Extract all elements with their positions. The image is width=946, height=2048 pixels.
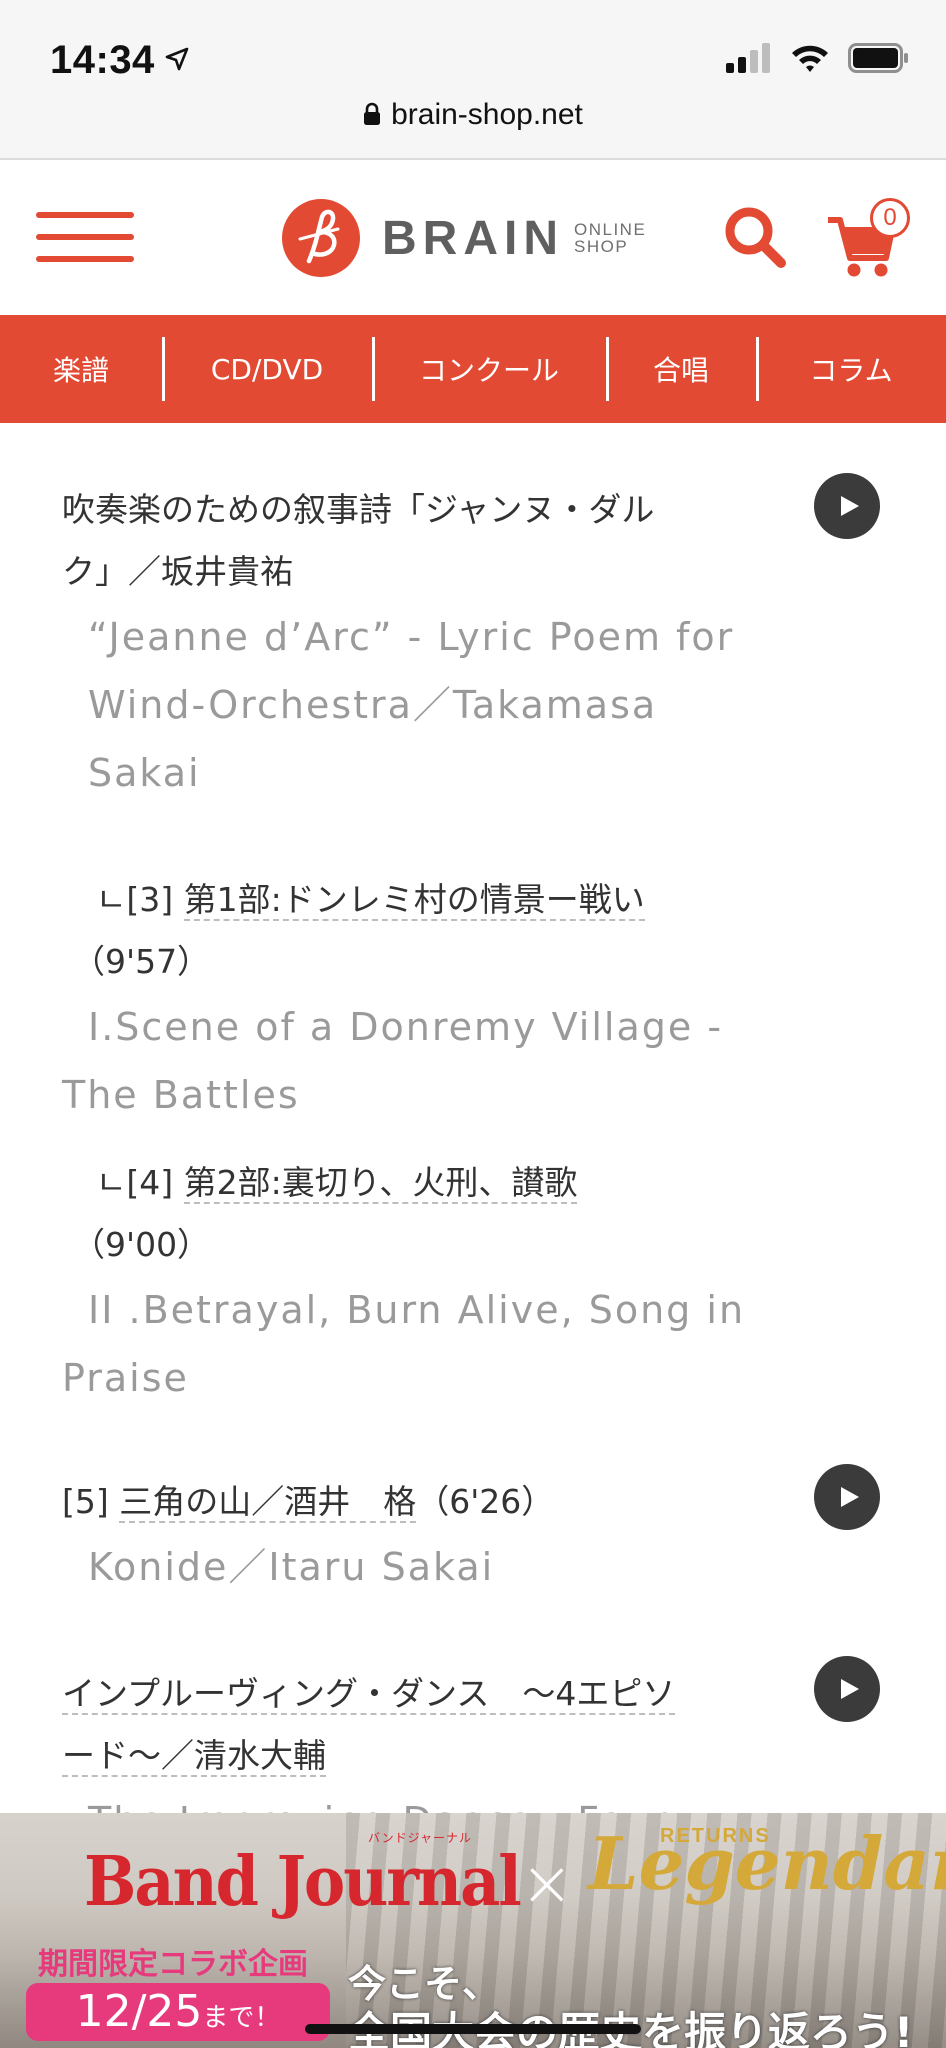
play-icon[interactable] (814, 473, 880, 539)
track-item-6: インプルーヴィング・ダンス ～4エピソ ード～／清水大輔 The Improvi… (62, 1663, 772, 1813)
track-link[interactable]: 第2部:裏切り、火刑、讃歌 (183, 1163, 578, 1204)
brain-logo-icon (282, 199, 360, 277)
track-duration: （9'00） (72, 1225, 211, 1264)
track-item-3: ㄴ[3] 第1部:ドンレミ村の情景ー戦い （9'57） I.Scene of a… (62, 869, 772, 1129)
home-indicator[interactable] (305, 2024, 641, 2034)
track-title-jp: インプルーヴィング・ダンス ～4エピソ ード～／清水大輔 (62, 1663, 772, 1787)
promo-banner[interactable]: Band Journal バンドジャーナル × Legendary RETURN… (0, 1813, 946, 2048)
banner-band-journal-ruby: バンドジャーナル (368, 1831, 473, 1845)
track-list: 吹奏楽のための叙事詩「ジャンヌ・ダル ク」／坂井貴祐 “Jeanne d’Arc… (0, 423, 946, 1813)
track-item-4: ㄴ[4] 第2部:裏切り、火刑、讃歌 （9'00） II .Betrayal, … (62, 1152, 772, 1412)
track-item-5: [5] 三角の山／酒井 格（6'26） Konide／Itaru Sakai (62, 1471, 772, 1601)
banner-returns: RETURNS (660, 1825, 771, 1847)
nav-item-contest[interactable]: コンクール (372, 315, 606, 423)
banner-collab: 期間限定コラボ企画 (38, 1947, 308, 1982)
location-arrow-icon (165, 36, 189, 81)
track-link[interactable]: ード～／清水大輔 (62, 1736, 326, 1777)
banner-band-journal: Band Journal (84, 1841, 522, 1922)
address-bar[interactable]: brain-shop.net (0, 98, 946, 134)
wifi-icon (790, 43, 830, 77)
banner-times: × (520, 1847, 574, 1921)
status-time: 14:34 (50, 36, 189, 83)
nav-item-sheet-music[interactable]: 楽譜 (0, 315, 162, 423)
track-title-en: “Jeanne d’Arc” - Lyric Poem for Wind-Orc… (88, 615, 735, 795)
category-nav: 楽譜 CD/DVD コンクール 合唱 コラム (0, 315, 946, 423)
clock-text: 14:34 (50, 38, 155, 82)
menu-icon[interactable] (36, 212, 134, 262)
track-title-en: The Improving Dance - Four (62, 1787, 772, 1813)
banner-date: 12/25まで！ (26, 1983, 330, 2041)
nav-item-column[interactable]: コラム (756, 315, 946, 423)
track-link[interactable]: 三角の山／酒井 格 (119, 1482, 417, 1523)
cart-button[interactable]: 0 (826, 198, 916, 278)
nav-item-cd-dvd[interactable]: CD/DVD (162, 315, 372, 423)
track-link[interactable]: 第1部:ドンレミ村の情景ー戦い (183, 880, 645, 921)
battery-icon (848, 43, 910, 77)
play-icon[interactable] (814, 1656, 880, 1722)
track-title-jp: [5] 三角の山／酒井 格（6'26） (62, 1482, 555, 1523)
logo-sub-online: ONLINE (574, 220, 647, 239)
track-title-en: Konide／Itaru Sakai (88, 1545, 495, 1589)
status-icons (726, 40, 910, 80)
site-header: BRAIN ONLINE SHOP 0 (0, 160, 946, 315)
play-icon[interactable] (814, 1464, 880, 1530)
track-title-jp: 吹奏楽のための叙事詩「ジャンヌ・ダル ク」／坂井貴祐 (62, 490, 655, 591)
track-title-jp: ㄴ[3] 第1部:ドンレミ村の情景ー戦い (96, 880, 645, 921)
lock-icon (363, 100, 381, 134)
track-duration: （9'57） (72, 942, 211, 981)
search-icon[interactable] (722, 204, 788, 270)
logo-sub-shop: SHOP (574, 237, 629, 256)
browser-status-bar: 14:34 brain-shop.net (0, 0, 946, 160)
logo-wordmark: BRAIN (382, 211, 564, 265)
logo-subtitle: ONLINE SHOP (574, 221, 646, 255)
track-item-1: 吹奏楽のための叙事詩「ジャンヌ・ダル ク」／坂井貴祐 “Jeanne d’Arc… (62, 479, 772, 807)
nav-item-chorus[interactable]: 合唱 (606, 315, 756, 423)
url-text: brain-shop.net (391, 98, 583, 131)
site-logo[interactable]: BRAIN ONLINE SHOP (282, 198, 646, 278)
track-title-en: I.Scene of a Donremy Village - The Battl… (62, 1005, 724, 1117)
track-link[interactable]: インプルーヴィング・ダンス ～4エピソ (62, 1674, 676, 1715)
cellular-signal-icon (726, 43, 772, 77)
track-title-jp: ㄴ[4] 第2部:裏切り、火刑、讃歌 (96, 1163, 578, 1204)
track-title-en: II .Betrayal, Burn Alive, Song in Praise (62, 1288, 746, 1400)
cart-count-badge: 0 (870, 198, 910, 238)
